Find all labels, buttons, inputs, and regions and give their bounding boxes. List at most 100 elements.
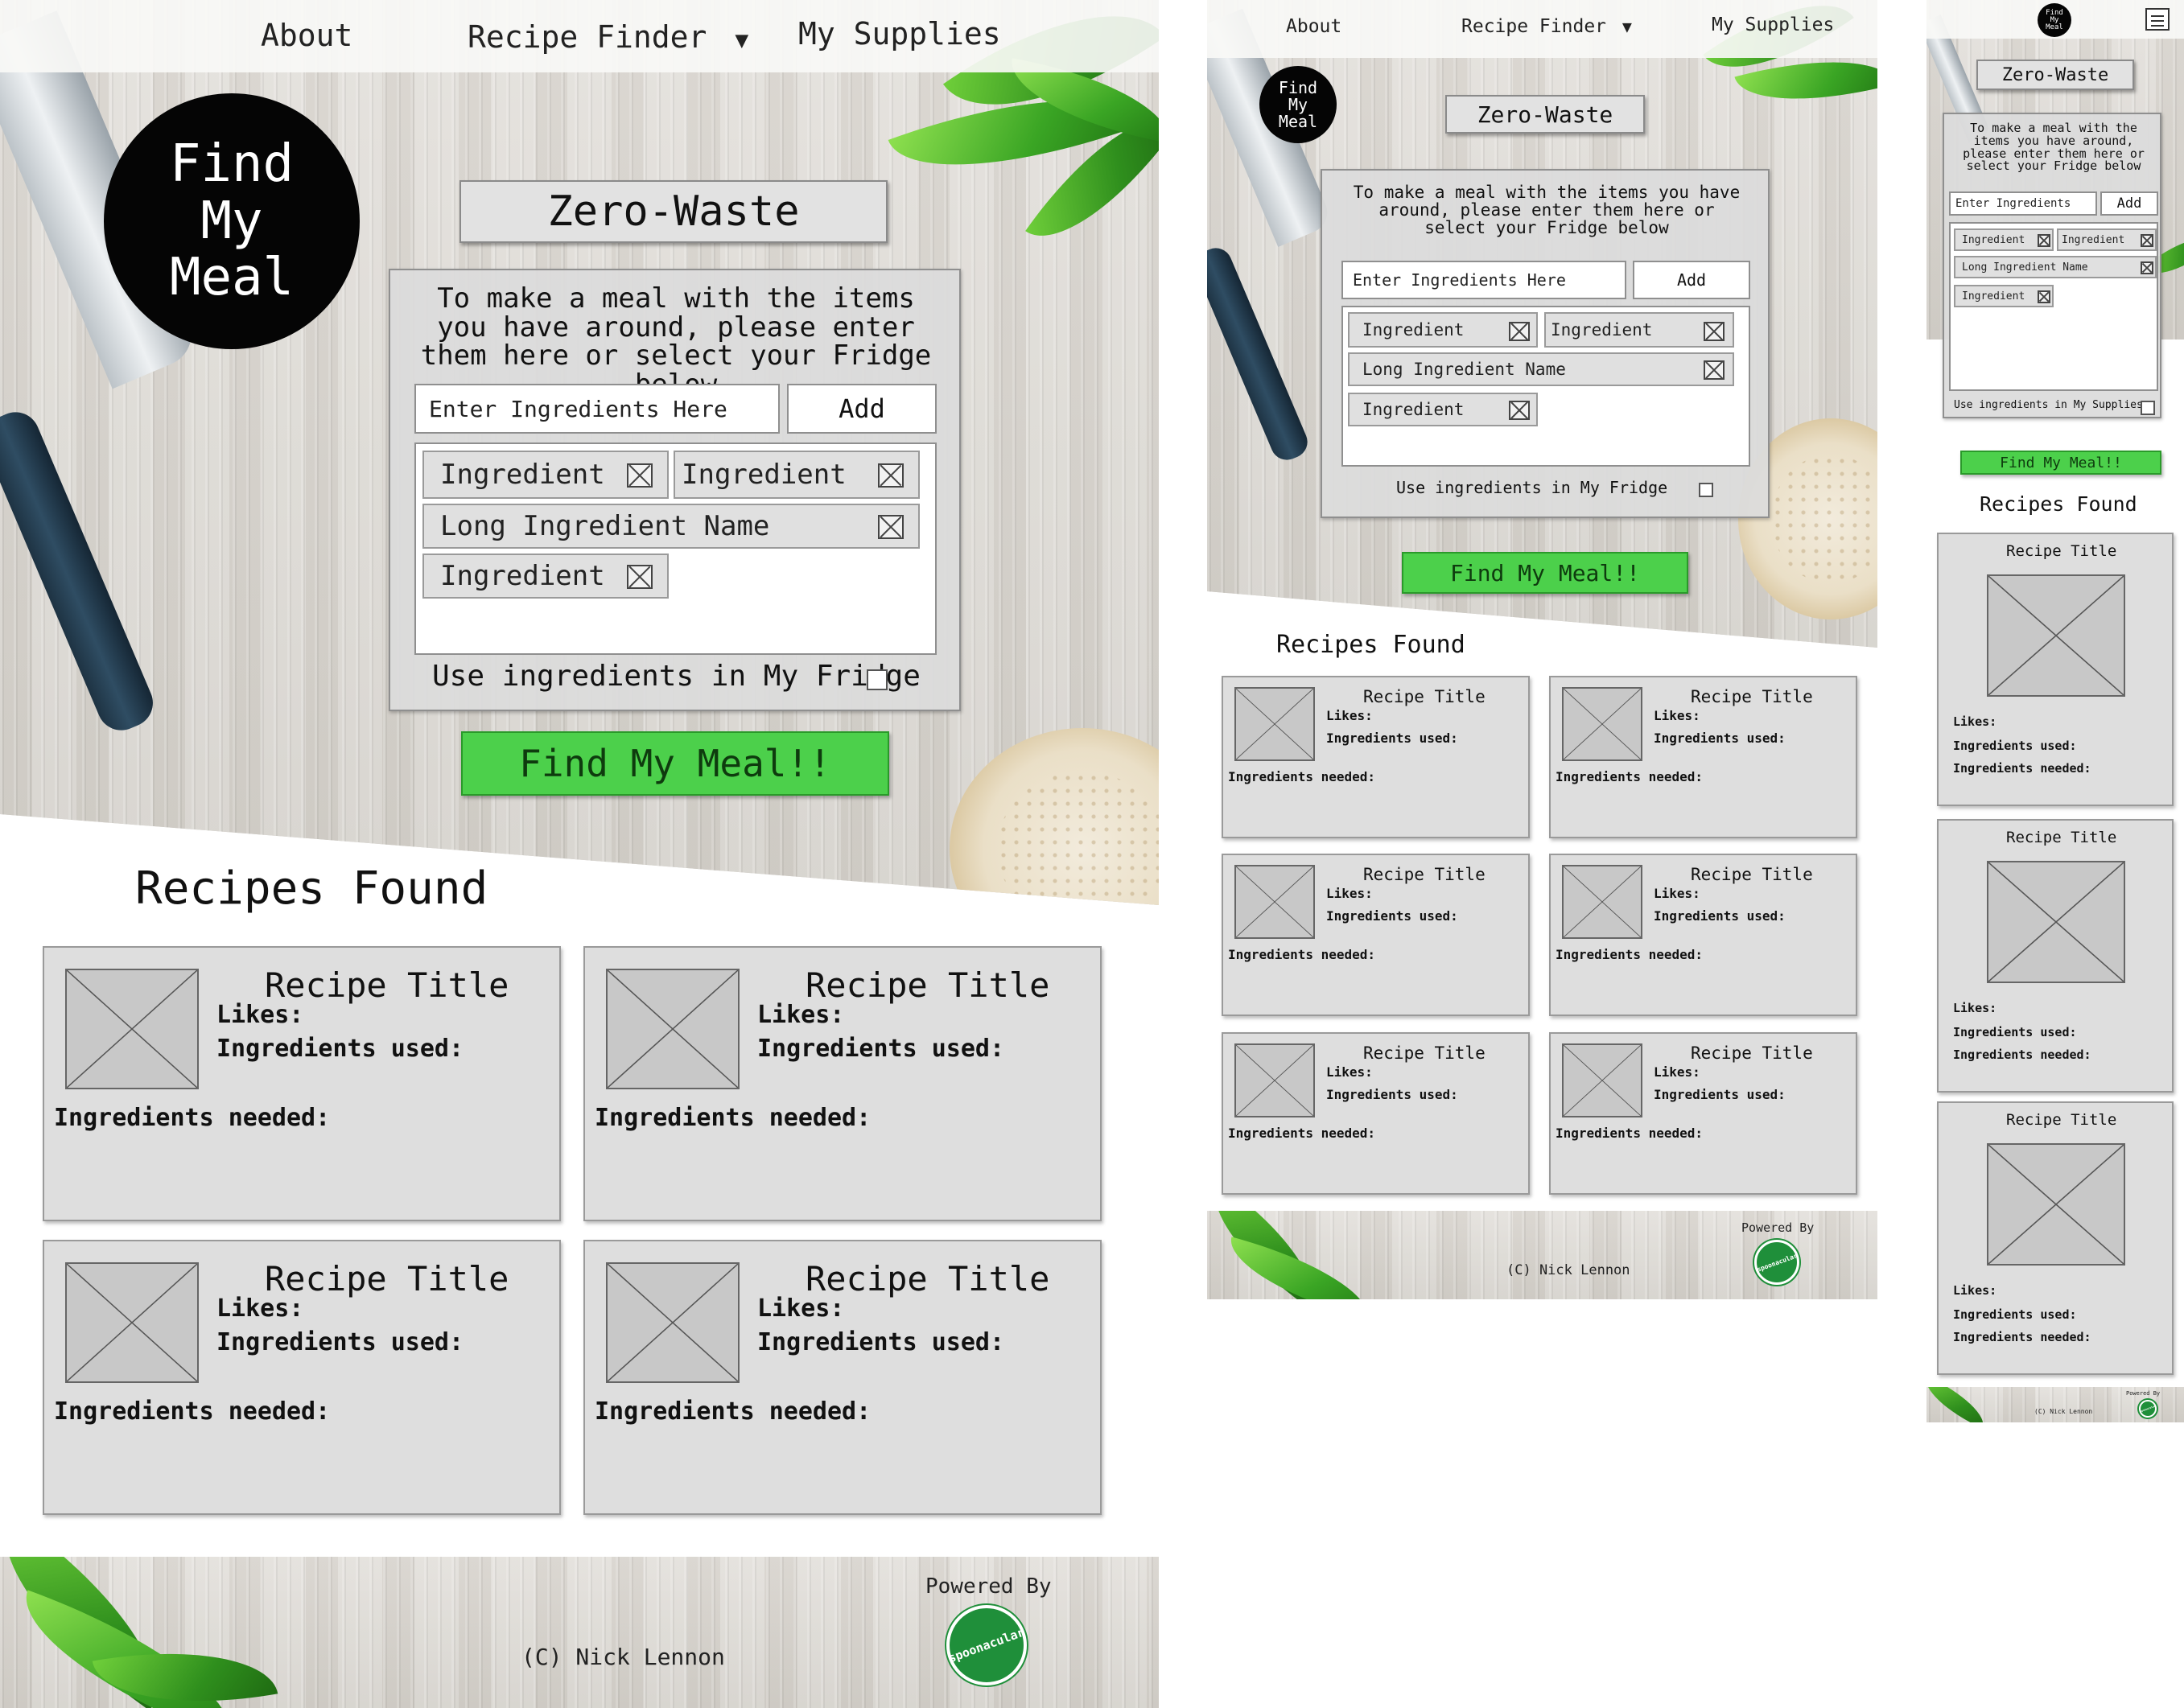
nav-recipe-finder[interactable]: Recipe Finder ▼	[1461, 16, 1632, 37]
hamburger-menu-icon[interactable]	[2145, 8, 2170, 31]
spoonacular-logo[interactable]: spoonacular	[946, 1605, 1027, 1685]
find-my-meal-button[interactable]: Find My Meal!!	[1402, 552, 1688, 594]
recipe-title: Recipe Title	[1691, 1043, 1813, 1063]
recipe-title: Recipe Title	[1691, 687, 1813, 706]
remove-x-icon[interactable]	[2038, 290, 2050, 303]
recipe-ingredients-used: Ingredients used:	[757, 1328, 1005, 1356]
recipe-ingredients-used: Ingredients used:	[1953, 739, 2077, 753]
remove-x-icon[interactable]	[2141, 234, 2153, 247]
copyright-text: (C) Nick Lennon	[521, 1644, 725, 1670]
fridge-checkbox[interactable]	[867, 669, 888, 690]
recipe-card[interactable]: Recipe Title Likes: Ingredients used: In…	[1937, 1101, 2174, 1375]
logo-line: Meal	[2046, 23, 2063, 31]
logo[interactable]: Find My Meal	[104, 93, 360, 349]
recipe-ingredients-needed: Ingredients needed:	[1953, 1047, 2091, 1062]
ingredient-chip-label: Ingredient	[1551, 320, 1653, 340]
nav-my-supplies[interactable]: My Supplies	[1712, 14, 1834, 35]
fridge-checkbox[interactable]	[1699, 483, 1713, 497]
recipe-card[interactable]: Recipe Title Likes: Ingredients used: In…	[583, 1240, 1102, 1515]
recipe-card[interactable]: Recipe Title Likes: Ingredients used: In…	[1549, 676, 1857, 838]
dropdown-caret-icon: ▼	[735, 27, 749, 53]
recipe-card[interactable]: Recipe Title Likes: Ingredients used: In…	[1222, 676, 1530, 838]
dropdown-caret-icon: ▼	[1622, 17, 1632, 36]
recipe-title: Recipe Title	[1363, 1043, 1486, 1063]
powered-by-text: Powered By	[925, 1574, 1052, 1599]
recipe-card[interactable]: Recipe Title Likes: Ingredients used: In…	[1549, 854, 1857, 1016]
recipe-ingredients-needed: Ingredients needed:	[1228, 1126, 1376, 1141]
recipe-card[interactable]: Recipe Title Likes: Ingredients used: In…	[1222, 1032, 1530, 1195]
image-placeholder-icon	[1987, 861, 2125, 983]
ingredient-chip-label: Long Ingredient Name	[1362, 360, 1566, 379]
nav-recipe-finder-label: Recipe Finder	[468, 19, 707, 55]
logo-line: My	[1288, 94, 1308, 114]
logo-line: My	[200, 191, 263, 251]
remove-x-icon[interactable]	[2038, 234, 2050, 247]
ingredient-chip: Ingredient	[422, 554, 669, 599]
ingredient-search-input[interactable]: Enter Ingredients Here	[414, 384, 780, 434]
image-placeholder-icon	[1234, 865, 1315, 939]
image-placeholder-icon	[65, 969, 199, 1089]
spoonacular-logo[interactable]: spoonacular	[1754, 1240, 1799, 1285]
instructions-text: To make a meal with the items you have a…	[1353, 183, 1741, 238]
recipe-card[interactable]: Recipe Title Likes: Ingredients used: In…	[1937, 533, 2174, 806]
recipe-ingredients-needed: Ingredients needed:	[595, 1397, 872, 1426]
image-placeholder-icon	[606, 969, 740, 1089]
spoonacular-wordmark: spoonacular	[2139, 1404, 2157, 1414]
remove-x-icon[interactable]	[1704, 322, 1725, 341]
supplies-checkbox[interactable]	[2141, 401, 2155, 415]
recipe-likes: Likes:	[216, 1001, 304, 1029]
remove-x-icon[interactable]	[1509, 322, 1530, 341]
ingredient-chip: Long Ingredient Name	[1954, 256, 2157, 278]
image-placeholder-icon	[1562, 687, 1642, 761]
recipe-card[interactable]: Recipe Title Likes: Ingredients used: In…	[43, 1240, 561, 1515]
ingredient-list: Ingredient Ingredient Long Ingredient Na…	[1341, 306, 1750, 467]
recipe-ingredients-needed: Ingredients needed:	[1953, 1330, 2091, 1344]
logo[interactable]: Find My Meal	[1259, 66, 1337, 143]
image-placeholder-icon	[1234, 687, 1315, 761]
add-ingredient-button[interactable]: Add	[787, 384, 937, 434]
remove-x-icon[interactable]	[627, 463, 653, 488]
find-my-meal-button[interactable]: Find My Meal!!	[461, 731, 889, 796]
instructions-text: To make a meal with the items you have a…	[420, 282, 932, 399]
recipe-title: Recipe Title	[265, 1259, 509, 1298]
recipe-card[interactable]: Recipe Title Likes: Ingredients used: In…	[43, 946, 561, 1221]
logo-line: Find	[169, 134, 295, 195]
remove-x-icon[interactable]	[878, 515, 904, 539]
recipe-card[interactable]: Recipe Title Likes: Ingredients used: In…	[1549, 1032, 1857, 1195]
remove-x-icon[interactable]	[1509, 401, 1530, 420]
remove-x-icon[interactable]	[2141, 261, 2153, 274]
spoonacular-logo[interactable]: spoonacular	[2139, 1400, 2157, 1418]
find-my-meal-button[interactable]: Find My Meal!!	[1960, 451, 2161, 475]
recipe-card[interactable]: Recipe Title Likes: Ingredients used: In…	[583, 946, 1102, 1221]
ingredient-chip: Ingredient	[674, 451, 920, 499]
ingredient-chip-label: Ingredient	[682, 459, 847, 491]
ingredient-panel: To make a meal with the items you have a…	[389, 269, 961, 711]
nav-about[interactable]: About	[261, 18, 352, 53]
spoonacular-wordmark: spoonacular	[1755, 1251, 1799, 1274]
ingredient-search-input[interactable]: Enter Ingredients	[1949, 191, 2097, 216]
remove-x-icon[interactable]	[878, 463, 904, 488]
recipe-ingredients-needed: Ingredients needed:	[1556, 1126, 1704, 1141]
recipe-likes: Likes:	[1326, 1064, 1373, 1080]
recipes-found-heading: Recipes Found	[1980, 492, 2137, 516]
leaf	[1219, 1237, 1380, 1299]
recipes-found-heading: Recipes Found	[135, 862, 488, 915]
logo-line: Meal	[169, 248, 295, 308]
recipe-title: Recipe Title	[2006, 829, 2117, 846]
add-ingredient-button[interactable]: Add	[1633, 261, 1750, 299]
nav-recipe-finder[interactable]: Recipe Finder ▼	[468, 19, 748, 55]
recipe-card[interactable]: Recipe Title Likes: Ingredients used: In…	[1222, 854, 1530, 1016]
supplies-checkbox-label: Use ingredients in My Supplies	[1954, 399, 2143, 411]
recipe-ingredients-used: Ingredients used:	[1953, 1307, 2077, 1322]
nav-about[interactable]: About	[1286, 16, 1341, 37]
remove-x-icon[interactable]	[1704, 360, 1725, 380]
remove-x-icon[interactable]	[627, 565, 653, 589]
recipe-title: Recipe Title	[2006, 1111, 2117, 1129]
recipe-card[interactable]: Recipe Title Likes: Ingredients used: In…	[1937, 819, 2174, 1093]
logo[interactable]: Find My Meal	[2038, 3, 2071, 37]
nav-my-supplies[interactable]: My Supplies	[798, 16, 1001, 51]
add-ingredient-button[interactable]: Add	[2100, 191, 2158, 216]
tablet-footer: (C) Nick Lennon Powered By spoonacular	[1207, 1211, 1877, 1299]
ingredient-search-input[interactable]: Enter Ingredients Here	[1341, 261, 1626, 299]
ingredient-chip: Ingredient	[2057, 228, 2157, 251]
